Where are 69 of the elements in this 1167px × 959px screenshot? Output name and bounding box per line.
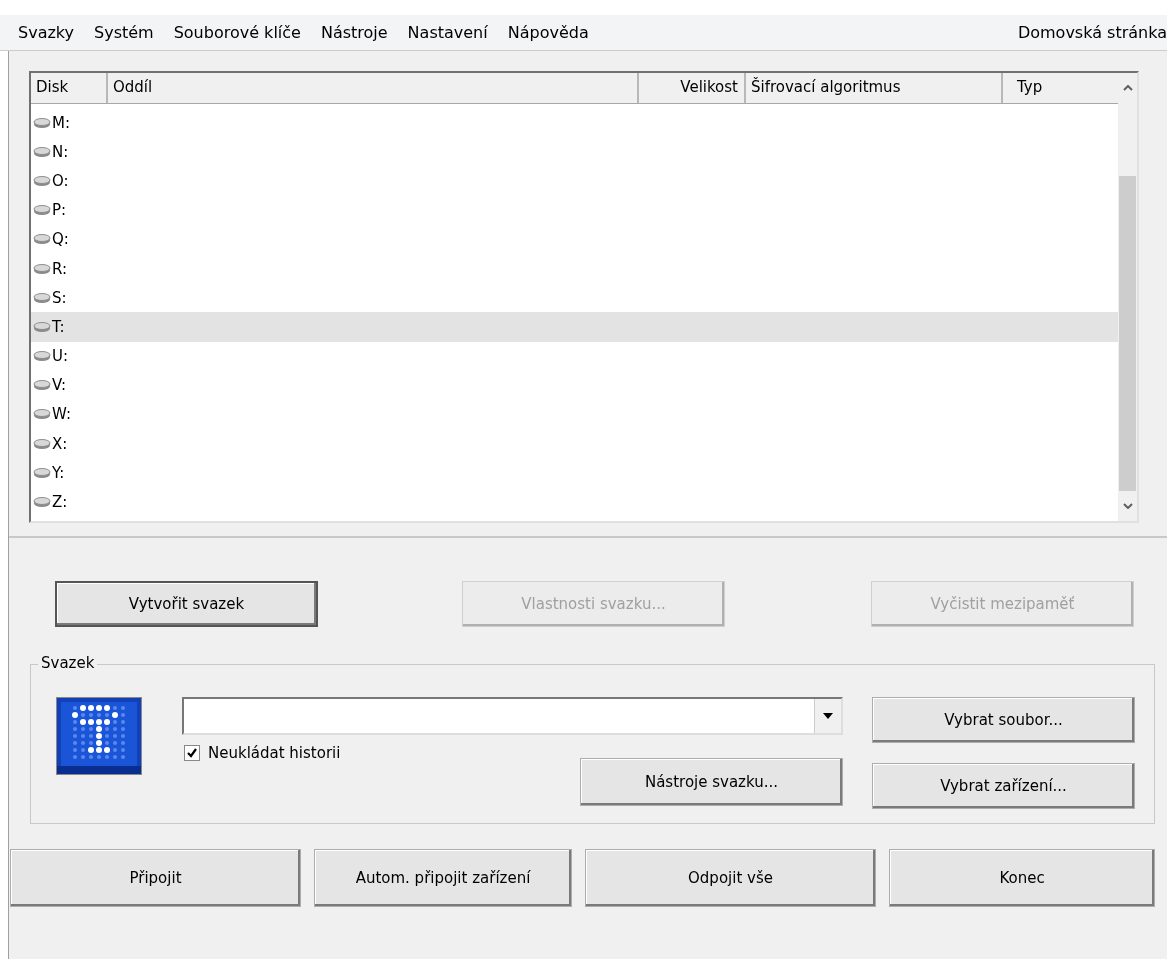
select-file-button[interactable]: Vybrat soubor...	[872, 697, 1135, 743]
drive-row[interactable]: M:	[31, 108, 1118, 138]
disk-icon	[33, 496, 51, 509]
disk-icon	[33, 291, 51, 304]
disk-icon	[33, 204, 51, 217]
select-device-button[interactable]: Vybrat zařízení...	[872, 763, 1135, 809]
column-header[interactable]: Velikost	[639, 73, 746, 103]
logo-icon	[56, 697, 142, 775]
volume-tools-button[interactable]: Nástroje svazku...	[580, 758, 843, 806]
checkbox-label: Neukládat historii	[208, 744, 341, 762]
scroll-thumb[interactable]	[1119, 176, 1136, 491]
drive-letter: Y:	[52, 463, 65, 482]
disk-icon	[33, 145, 51, 158]
column-header[interactable]: Typ	[1003, 73, 1113, 103]
column-header[interactable]: Oddíl	[108, 73, 639, 103]
drive-letter: W:	[52, 405, 71, 424]
drive-letter: R:	[52, 259, 67, 278]
menu-item[interactable]: Systém	[85, 23, 165, 42]
drive-letter: M:	[52, 113, 70, 132]
drive-row[interactable]: N:	[31, 137, 1118, 167]
menu-item[interactable]: Souborové klíče	[164, 23, 312, 42]
drive-row[interactable]: P:	[31, 195, 1118, 225]
action-button[interactable]: Konec	[889, 849, 1155, 907]
checkbox[interactable]	[184, 745, 200, 761]
column-header[interactable]: Šifrovací algoritmus	[746, 73, 1003, 103]
drive-row[interactable]: S:	[31, 283, 1118, 313]
disk-icon	[33, 379, 51, 392]
drive-letter: U:	[52, 347, 69, 366]
drive-row[interactable]: V:	[31, 370, 1118, 400]
disk-icon	[33, 262, 51, 275]
menu-item[interactable]: Nastavení	[398, 23, 499, 42]
column-header[interactable]: Disk	[31, 73, 108, 103]
disk-icon	[33, 408, 51, 421]
menu-item[interactable]: Svazky	[9, 23, 85, 42]
volume-button[interactable]: Vytvořit svazek	[55, 581, 318, 627]
drive-row[interactable]: Q:	[31, 224, 1118, 254]
action-button[interactable]: Připojit	[10, 849, 301, 907]
drive-letter: V:	[52, 376, 67, 395]
drive-row[interactable]: R:	[31, 253, 1118, 284]
disk-icon	[33, 116, 51, 129]
drive-row[interactable]: U:	[31, 341, 1118, 371]
drive-letter: Z:	[52, 493, 68, 512]
disk-icon	[33, 466, 51, 479]
disk-icon	[33, 437, 51, 450]
drive-letter: T:	[52, 317, 65, 336]
drive-letter: Q:	[52, 230, 69, 249]
menu-item[interactable]: Nástroje	[311, 23, 399, 42]
menu-item[interactable]: Nápověda	[498, 23, 600, 42]
drive-row[interactable]: Z:	[31, 487, 1118, 517]
drive-letter: O:	[52, 171, 69, 190]
volume-path-combobox[interactable]	[182, 697, 843, 735]
disk-icon	[33, 174, 51, 187]
disk-icon	[33, 350, 51, 363]
disk-icon	[33, 233, 51, 246]
disk-icon	[33, 320, 51, 333]
drive-letter: X:	[52, 434, 68, 453]
drive-row[interactable]: W:	[31, 399, 1118, 430]
drive-letter: S:	[52, 288, 67, 307]
drive-row[interactable]: X:	[31, 429, 1118, 459]
drive-row[interactable]: Y:	[31, 458, 1118, 488]
menu-item[interactable]: Domovská stránka	[1008, 23, 1167, 42]
scrollbar[interactable]	[1118, 73, 1137, 521]
drive-letter: P:	[52, 201, 67, 220]
action-button[interactable]: Autom. připojit zařízení	[314, 849, 572, 907]
drive-letter: N:	[52, 142, 69, 161]
drive-row[interactable]: T:	[31, 312, 1118, 342]
drive-row[interactable]: O:	[31, 166, 1118, 196]
dropdown-icon[interactable]	[814, 699, 841, 733]
action-button[interactable]: Odpojit vše	[585, 849, 876, 907]
